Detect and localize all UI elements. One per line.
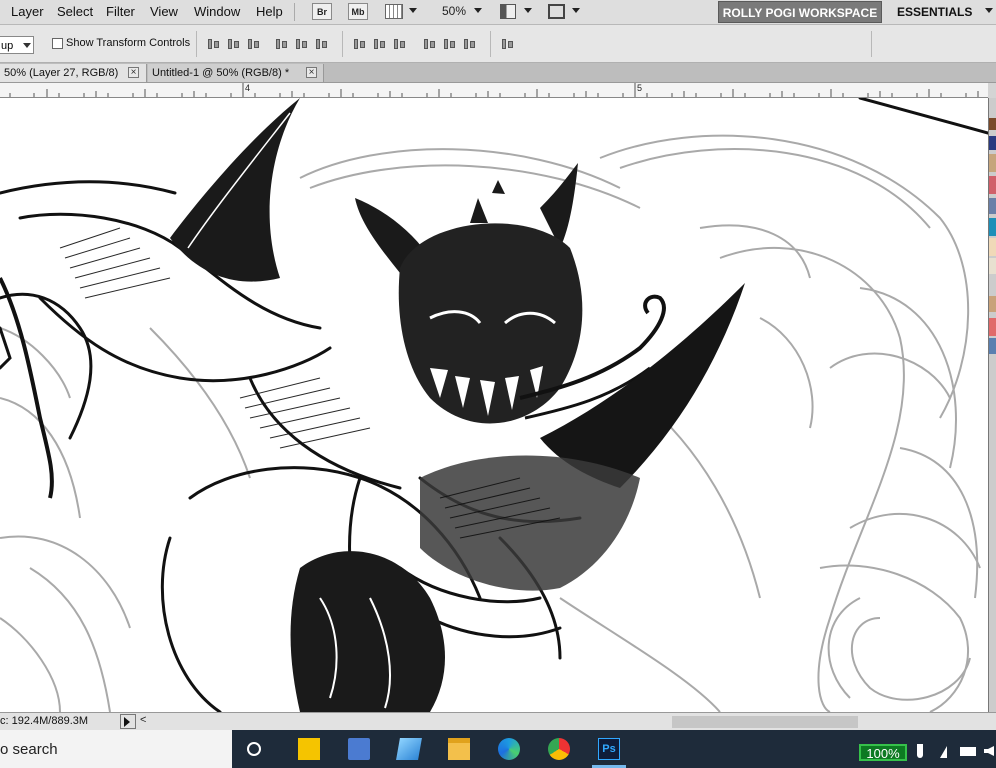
horizontal-scrollbar-thumb[interactable]	[672, 716, 858, 728]
swatch[interactable]	[989, 318, 996, 336]
tab-untitled-1[interactable]: Untitled-1 @ 50% (RGB/8) * ×	[148, 64, 324, 82]
network-icon[interactable]	[940, 746, 947, 758]
align-hcenter-icon[interactable]	[294, 37, 310, 51]
options-separator	[196, 31, 197, 57]
swatch[interactable]	[989, 338, 996, 354]
tab-label: Untitled-1 @ 50% (RGB/8) *	[152, 67, 290, 79]
ruler-mark: 5	[637, 83, 643, 93]
close-icon[interactable]: ×	[306, 67, 317, 78]
auto-align-layers-icon[interactable]	[500, 37, 516, 51]
document-tab-bar: 50% (Layer 27, RGB/8) × Untitled-1 @ 50%…	[0, 63, 996, 83]
sticky-notes-icon[interactable]	[298, 738, 320, 760]
align-bottom-icon[interactable]	[246, 37, 262, 51]
tab-label: 50% (Layer 27, RGB/8)	[4, 67, 119, 79]
menu-filter[interactable]: Filter	[106, 4, 135, 19]
notepad-icon[interactable]	[396, 738, 422, 760]
volume-icon[interactable]	[984, 746, 994, 756]
distribute-top-icon[interactable]	[352, 37, 368, 51]
ruler-mark: 4	[245, 83, 251, 93]
options-separator	[342, 31, 343, 57]
align-left-icon[interactable]	[274, 37, 290, 51]
auto-select-value: up	[1, 40, 14, 52]
battery-icon[interactable]	[960, 747, 976, 756]
show-transform-label: Show Transform Controls	[66, 37, 191, 49]
show-transform-checkbox[interactable]	[52, 38, 63, 49]
options-separator	[490, 31, 491, 57]
minibridge-button[interactable]: Mb	[348, 3, 368, 20]
taskbar-search-text: o search	[0, 741, 58, 758]
swatch[interactable]	[989, 218, 996, 236]
swatch[interactable]	[989, 296, 996, 312]
menu-view[interactable]: View	[150, 4, 178, 19]
status-bar: c: 192.4M/889.3M <	[0, 712, 996, 731]
swatch[interactable]	[989, 154, 996, 172]
doc-size-readout: c: 192.4M/889.3M	[0, 715, 89, 727]
calculator-icon[interactable]	[348, 738, 370, 760]
menu-window[interactable]: Window	[194, 4, 240, 19]
arrange-dropdown-icon[interactable]	[524, 8, 532, 13]
essentials-button[interactable]: ESSENTIALS	[897, 5, 972, 19]
extras-dropdown-icon[interactable]	[409, 8, 417, 13]
power-plug-icon[interactable]	[917, 744, 923, 758]
edge-browser-icon[interactable]	[498, 738, 520, 760]
menu-bar: Layer Select Filter View Window Help Br …	[0, 0, 996, 25]
zoom-dropdown-icon[interactable]	[474, 8, 482, 13]
extras-icon[interactable]	[385, 4, 403, 19]
align-right-icon[interactable]	[314, 37, 330, 51]
artwork-drawing	[0, 98, 988, 712]
battery-percent: 100%	[859, 744, 907, 761]
ruler-ticks	[9, 83, 979, 97]
play-triangle-icon	[124, 717, 130, 727]
swatch[interactable]	[989, 136, 996, 150]
swatch[interactable]	[989, 176, 996, 194]
close-icon[interactable]: ×	[128, 67, 139, 78]
screen-mode-icon[interactable]	[548, 4, 565, 19]
windows-taskbar: o search Ps 100%	[0, 730, 996, 768]
distribute-right-icon[interactable]	[462, 37, 478, 51]
auto-select-dropdown[interactable]: up	[0, 36, 34, 54]
swatches-panel	[988, 98, 996, 712]
menu-select[interactable]: Select	[57, 4, 93, 19]
distribute-hcenter-icon[interactable]	[442, 37, 458, 51]
align-top-icon[interactable]	[206, 37, 222, 51]
document-canvas[interactable]	[0, 98, 988, 712]
menu-layer[interactable]: Layer	[11, 4, 44, 19]
workspace-dropdown-icon[interactable]	[985, 8, 993, 13]
distribute-left-icon[interactable]	[422, 37, 438, 51]
tab-layer-27[interactable]: 50% (Layer 27, RGB/8) ×	[0, 64, 147, 82]
zoom-level[interactable]: 50%	[442, 4, 466, 18]
scroll-left-icon[interactable]: <	[140, 714, 146, 726]
chevron-down-icon	[23, 43, 31, 48]
task-view-icon[interactable]	[247, 742, 261, 756]
chrome-browser-icon[interactable]	[548, 738, 570, 760]
workspace-button[interactable]: ROLLY POGI WORKSPACE	[718, 1, 882, 23]
menu-separator	[294, 3, 295, 21]
photoshop-icon[interactable]: Ps	[598, 738, 620, 760]
align-vcenter-icon[interactable]	[226, 37, 242, 51]
swatch[interactable]	[989, 118, 996, 130]
screen-mode-dropdown-icon[interactable]	[572, 8, 580, 13]
distribute-vcenter-icon[interactable]	[372, 37, 388, 51]
options-bar: up Show Transform Controls	[0, 25, 996, 63]
bridge-button[interactable]: Br	[312, 3, 332, 20]
arrange-documents-icon[interactable]	[500, 4, 516, 19]
swatch[interactable]	[989, 198, 996, 214]
swatch[interactable]	[989, 258, 996, 274]
menu-help[interactable]: Help	[256, 4, 283, 19]
taskbar-search-box[interactable]: o search	[0, 730, 232, 768]
distribute-bottom-icon[interactable]	[392, 37, 408, 51]
swatch[interactable]	[989, 238, 996, 256]
file-explorer-icon[interactable]	[448, 738, 470, 760]
horizontal-ruler: 4 5	[0, 83, 988, 98]
options-separator	[871, 31, 872, 57]
